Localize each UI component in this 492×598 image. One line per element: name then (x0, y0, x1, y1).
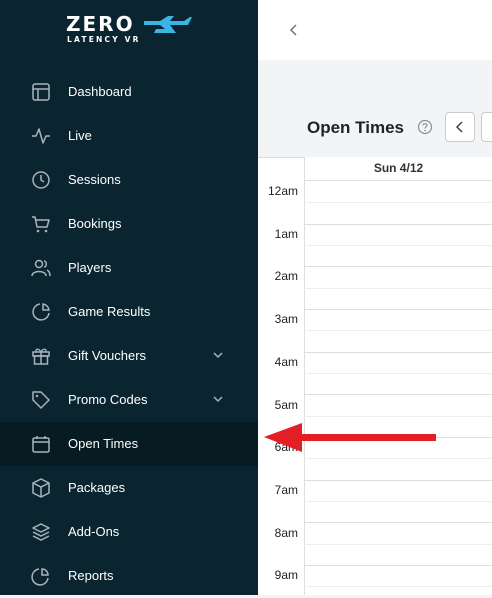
sidebar-item-open-times[interactable]: Open Times (0, 422, 258, 466)
hour-line (304, 224, 492, 225)
report-icon (31, 568, 49, 586)
sidebar-item-label: Live (68, 128, 92, 143)
sidebar-item-sessions[interactable]: Sessions (0, 158, 258, 202)
sidebar-item-label: Sessions (68, 172, 121, 187)
users-icon (31, 259, 51, 277)
sidebar-item-label: Reports (68, 568, 114, 583)
half-hour-line (304, 458, 492, 459)
hour-label: 9am (274, 568, 298, 582)
sidebar-item-dashboard[interactable]: Dashboard (0, 70, 258, 114)
sidebar-item-live[interactable]: Live (0, 114, 258, 158)
hour-label: 1am (274, 227, 298, 241)
sidebar-item-label: Bookings (68, 216, 122, 231)
hour-label: 12am (267, 184, 298, 198)
collapse-sidebar-chevron-icon[interactable] (288, 22, 300, 38)
sidebar-item-players[interactable]: Players (0, 246, 258, 290)
time-gutter-divider (304, 157, 305, 595)
half-hour-line (304, 245, 492, 246)
help-icon[interactable] (417, 119, 433, 135)
hour-label: 8am (274, 526, 298, 540)
tag-icon (32, 391, 50, 409)
sidebar-item-add-ons[interactable]: Add-Ons (0, 510, 258, 554)
pulse-icon (32, 128, 50, 144)
hour-label: 3am (274, 312, 298, 326)
hour-line (304, 309, 492, 310)
half-hour-line (304, 416, 492, 417)
hour-line (304, 565, 492, 566)
sidebar-item-label: Packages (68, 480, 126, 495)
hour-line (304, 394, 492, 395)
page-title: Open Times (307, 118, 404, 137)
sidebar-item-label: Players (68, 260, 112, 275)
sidebar-item-label: Promo Codes (68, 392, 148, 407)
pie-chart-icon (32, 303, 50, 321)
sidebar-item-packages[interactable]: Packages (0, 466, 258, 510)
gift-icon (32, 348, 50, 365)
sidebar-item-label: Add-Ons (68, 524, 120, 539)
sidebar-item-game-results[interactable]: Game Results (0, 290, 258, 334)
previous-week-button[interactable] (445, 112, 475, 142)
cart-icon (32, 216, 50, 233)
hour-line (304, 522, 492, 523)
logo-subtitle: LATENCY VR (67, 35, 141, 44)
half-hour-line (304, 373, 492, 374)
sidebar-item-gift-vouchers[interactable]: Gift Vouchers (0, 334, 258, 378)
sidebar-item-reports[interactable]: Reports (0, 554, 258, 598)
sidebar: ZERO LATENCY VR Dashboard Live Sessions … (0, 0, 258, 595)
half-hour-line (304, 544, 492, 545)
half-hour-line (304, 501, 492, 502)
calendar-icon (32, 436, 50, 453)
logo[interactable]: ZERO LATENCY VR (66, 13, 196, 47)
hour-label: 5am (274, 398, 298, 412)
next-week-button[interactable] (481, 112, 492, 142)
chevron-down-icon[interactable] (212, 394, 224, 404)
hour-line (304, 352, 492, 353)
half-hour-line (304, 288, 492, 289)
sidebar-item-label: Open Times (68, 436, 139, 451)
layers-icon (32, 523, 50, 541)
half-hour-line (304, 586, 492, 587)
hour-label: 4am (274, 355, 298, 369)
sidebar-item-label: Game Results (68, 304, 151, 319)
half-hour-line (304, 202, 492, 203)
red-arrow-annotation-icon (264, 423, 436, 452)
sidebar-item-bookings[interactable]: Bookings (0, 202, 258, 246)
chevron-left-icon (455, 121, 463, 133)
sidebar-item-label: Gift Vouchers (68, 348, 147, 363)
dashboard-icon (32, 83, 50, 101)
plane-logo-icon (144, 16, 192, 33)
hour-line (304, 266, 492, 267)
logo-wordmark: ZERO (66, 12, 135, 36)
hour-line (304, 480, 492, 481)
sidebar-item-promo-codes[interactable]: Promo Codes (0, 378, 258, 422)
sidebar-item-label: Dashboard (68, 84, 132, 99)
day-column-header: Sun 4/12 (304, 157, 492, 181)
half-hour-line (304, 330, 492, 331)
chevron-down-icon[interactable] (212, 350, 224, 360)
hour-label: 7am (274, 483, 298, 497)
hour-label: 2am (274, 269, 298, 283)
clock-icon (32, 171, 50, 189)
box-icon (32, 478, 50, 498)
